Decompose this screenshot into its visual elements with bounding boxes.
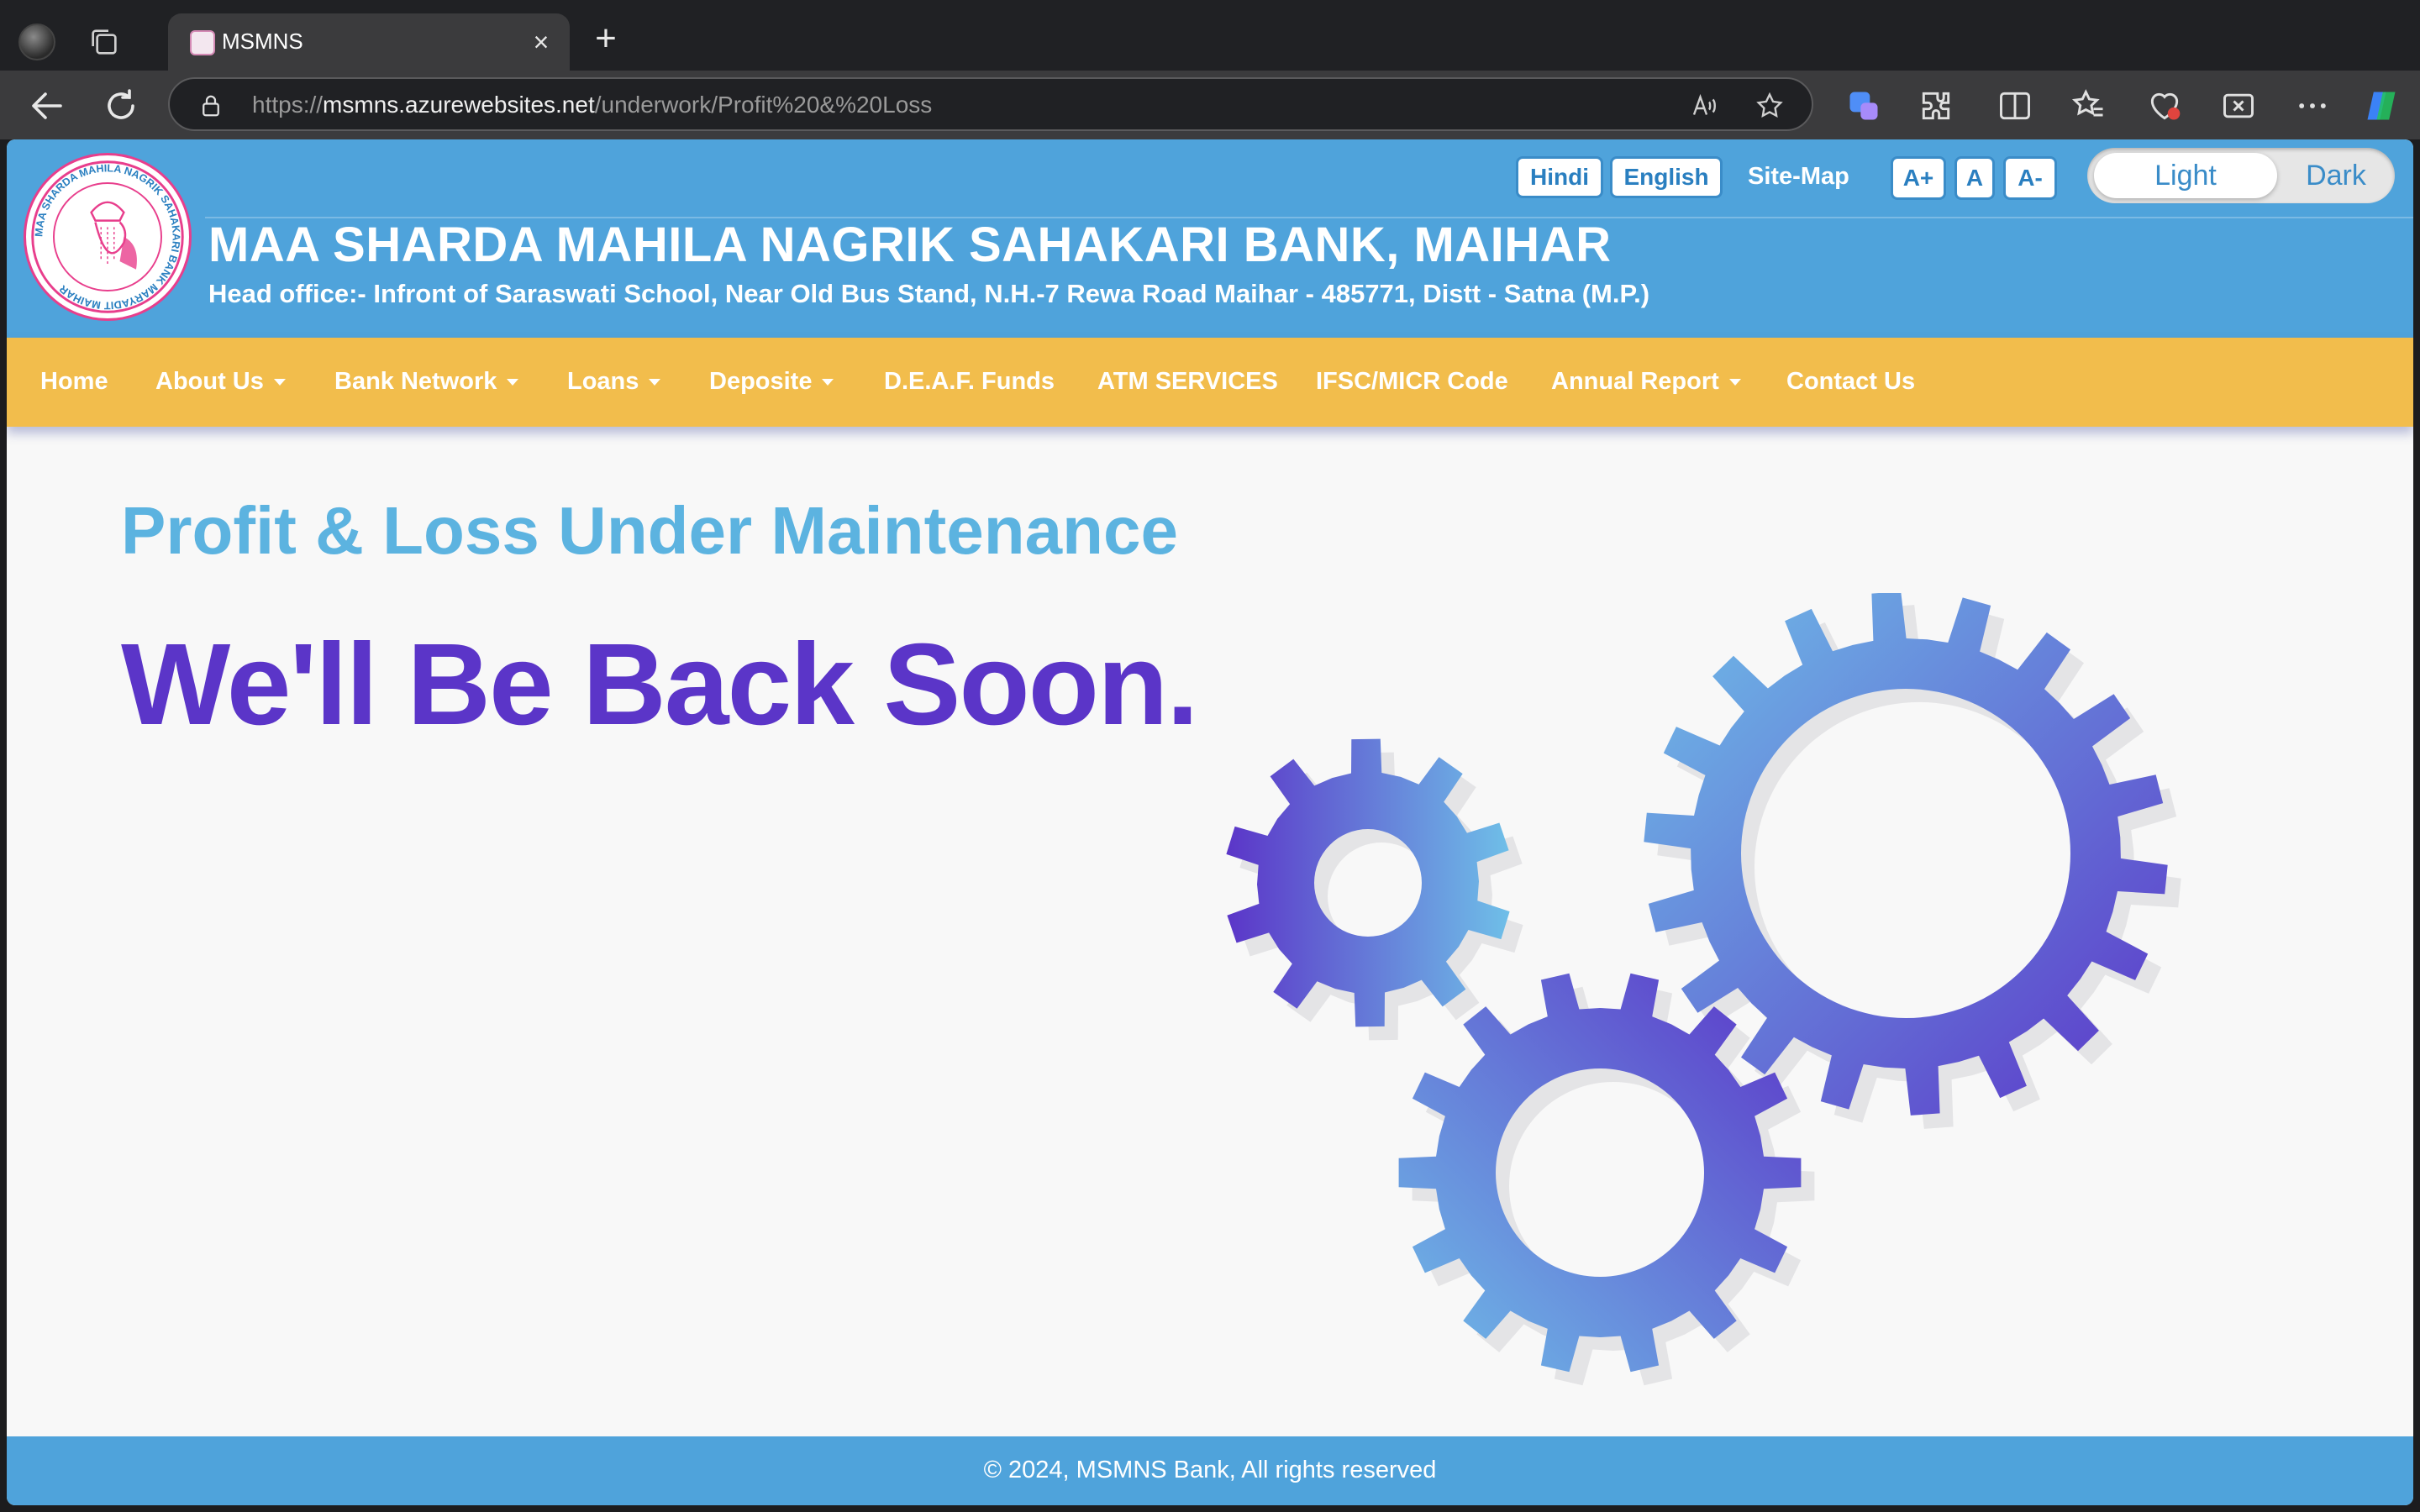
theme-dark-option[interactable]: Dark: [2286, 153, 2386, 198]
reload-icon[interactable]: [101, 86, 141, 126]
chevron-down-icon: [1728, 379, 1741, 386]
font-decrease-button[interactable]: A-: [2003, 156, 2057, 200]
lang-english-button[interactable]: English: [1610, 156, 1723, 198]
sitemap-link[interactable]: Site-Map: [1748, 163, 1849, 191]
chevron-down-icon: [273, 379, 286, 386]
maintenance-headline: We'll Be Back Soon.: [121, 620, 1199, 749]
chevron-down-icon: [822, 379, 834, 386]
nav-home[interactable]: Home: [40, 368, 108, 396]
theme-light-option[interactable]: Light: [2094, 153, 2277, 198]
nav-atm-services[interactable]: ATM SERVICES: [1097, 368, 1278, 396]
extension-colored-icon[interactable]: [1845, 87, 1882, 124]
nav-loans[interactable]: Loans: [567, 368, 661, 396]
main-navbar: Home About Us Bank Network Loans Deposit…: [7, 338, 2413, 427]
gears-illustration-icon: [1226, 593, 2181, 1386]
browser-toolbar: https://msmns.azurewebsites.net/underwor…: [0, 71, 2420, 139]
nav-bank-network[interactable]: Bank Network: [334, 368, 519, 396]
nav-ifsc-micr[interactable]: IFSC/MICR Code: [1316, 368, 1508, 396]
chevron-down-icon: [649, 379, 661, 386]
nav-deposite[interactable]: Deposite: [709, 368, 834, 396]
tab-favicon-icon: [190, 30, 215, 55]
nav-annual-report[interactable]: Annual Report: [1551, 368, 1741, 396]
copyright-text: © 2024, MSMNS Bank, All rights reserved: [983, 1457, 1437, 1483]
browser-tab-bar: MSMNS × +: [0, 0, 2420, 71]
tab-title: MSMNS: [222, 29, 303, 54]
workspaces-icon[interactable]: [87, 25, 121, 59]
bank-logo-emblem-icon: MAA SHARDA MAHILA NAGRIK SAHAKARI BANK M…: [31, 160, 184, 313]
split-screen-icon[interactable]: [1996, 87, 2033, 124]
site-header: MAA SHARDA MAHILA NAGRIK SAHAKARI BANK M…: [7, 139, 2413, 338]
font-increase-button[interactable]: A+: [1891, 156, 1946, 200]
site-footer: © 2024, MSMNS Bank, All rights reserved: [7, 1436, 2413, 1505]
theme-toggle[interactable]: Light Dark: [2087, 148, 2395, 203]
profile-avatar[interactable]: [18, 24, 55, 60]
read-aloud-icon[interactable]: [1689, 91, 1719, 121]
favorite-star-icon[interactable]: [1754, 91, 1785, 121]
bank-address: Head office:- Infront of Saraswati Schoo…: [208, 279, 1650, 308]
screenshot-icon[interactable]: [2220, 87, 2257, 124]
browser-tab-active[interactable]: MSMNS ×: [168, 13, 570, 71]
new-tab-button[interactable]: +: [588, 20, 623, 57]
page-viewport: MAA SHARDA MAHILA NAGRIK SAHAKARI BANK M…: [7, 139, 2413, 1505]
more-options-icon[interactable]: [2294, 87, 2331, 124]
address-bar[interactable]: https://msmns.azurewebsites.net/underwor…: [168, 77, 1813, 131]
nav-contact-us[interactable]: Contact Us: [1786, 368, 1915, 396]
bank-name: MAA SHARDA MAHILA NAGRIK SAHAKARI BANK, …: [208, 218, 1612, 272]
maintenance-subtitle: Profit & Loss Under Maintenance: [121, 493, 1178, 568]
url-text[interactable]: https://msmns.azurewebsites.net/underwor…: [252, 92, 932, 118]
nav-deaf-funds[interactable]: D.E.A.F. Funds: [884, 368, 1055, 396]
close-tab-icon[interactable]: ×: [526, 27, 556, 57]
back-arrow-icon[interactable]: [27, 86, 67, 126]
browser-essentials-icon[interactable]: [2146, 87, 2183, 124]
extensions-puzzle-icon[interactable]: [1918, 87, 1954, 124]
lang-hindi-button[interactable]: Hindi: [1516, 156, 1603, 198]
bank-logo[interactable]: MAA SHARDA MAHILA NAGRIK SAHAKARI BANK M…: [24, 153, 192, 321]
lock-icon[interactable]: [198, 92, 224, 119]
chevron-down-icon: [507, 379, 519, 386]
favorites-icon[interactable]: [2070, 87, 2107, 124]
nav-about-us[interactable]: About Us: [155, 368, 286, 396]
font-normal-button[interactable]: A: [1954, 156, 1995, 200]
copilot-icon[interactable]: [2363, 87, 2400, 124]
